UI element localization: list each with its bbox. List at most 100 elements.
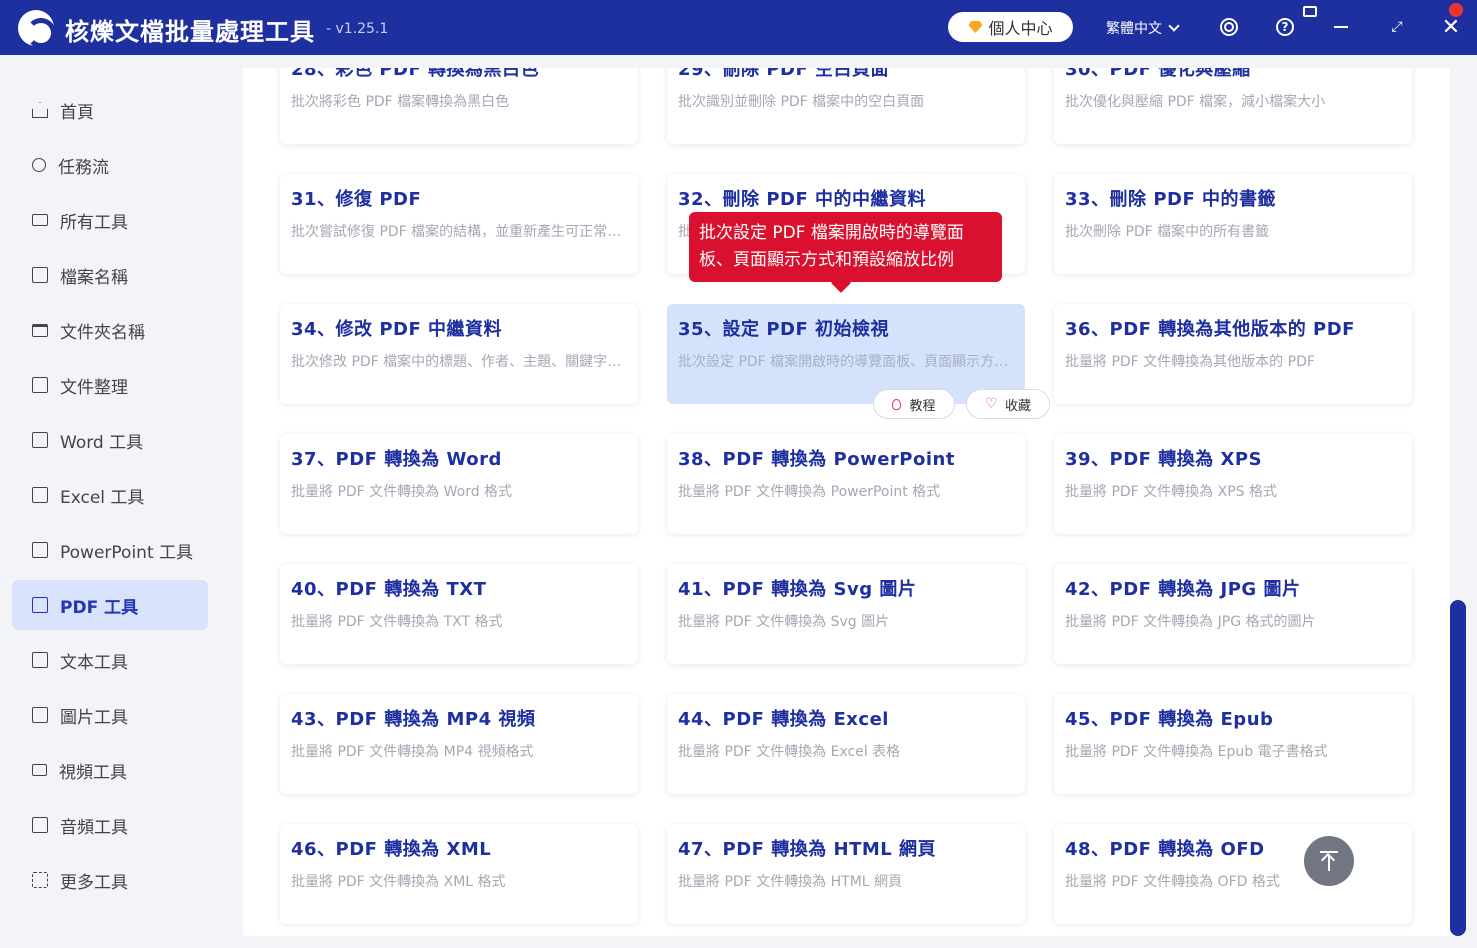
- sidebar-item-0[interactable]: 首頁: [12, 85, 208, 135]
- sidebar-item-4[interactable]: 文件夾名稱: [12, 305, 208, 355]
- help-icon[interactable]: ?: [1276, 18, 1294, 36]
- sidebar-item-2[interactable]: 所有工具: [12, 195, 208, 245]
- tool-card[interactable]: 35、設定 PDF 初始檢視批次設定 PDF 檔案開啟時的導覽面板、頁面顯示方式…: [667, 304, 1025, 404]
- notification-icon[interactable]: [1303, 6, 1317, 17]
- tool-card-title: 47、PDF 轉換為 HTML 網頁: [678, 839, 937, 860]
- tooltip: 批次設定 PDF 檔案開啟時的導覽面板、頁面顯示方式和預設縮放比例: [689, 212, 1002, 282]
- tool-card-desc: 批次刪除 PDF 檔案中的所有書籤: [1065, 224, 1270, 240]
- tool-card-title: 28、彩色 PDF 轉換為黑白色: [291, 68, 540, 80]
- language-select[interactable]: 繁體中文: [1106, 18, 1180, 38]
- home-icon: [32, 102, 48, 118]
- tool-card-title: 42、PDF 轉換為 JPG 圖片: [1065, 579, 1301, 600]
- tool-card-desc: 批次優化與壓縮 PDF 檔案，減小檔案大小: [1065, 94, 1326, 110]
- organize-icon: [32, 377, 48, 393]
- sidebar-item-6[interactable]: Word 工具: [12, 415, 208, 465]
- tool-card[interactable]: 29、刪除 PDF 空白頁面 批次識別並刪除 PDF 檔案中的空白頁面: [667, 68, 1025, 144]
- tool-card-title: 34、修改 PDF 中繼資料: [291, 319, 503, 340]
- tool-card[interactable]: 37、PDF 轉換為 Word 批量將 PDF 文件轉換為 Word 格式: [280, 434, 638, 534]
- tool-card[interactable]: 46、PDF 轉換為 XML 批量將 PDF 文件轉換為 XML 格式: [280, 824, 638, 924]
- tool-card-title: 33、刪除 PDF 中的書籤: [1065, 189, 1277, 210]
- lightbulb-icon: [892, 398, 902, 410]
- tool-card-title: 31、修復 PDF: [291, 189, 422, 210]
- word-icon: [32, 432, 48, 448]
- tool-card[interactable]: 42、PDF 轉換為 JPG 圖片批量將 PDF 文件轉換為 JPG 格式的圖片: [1054, 564, 1412, 664]
- tool-card[interactable]: 33、刪除 PDF 中的書籤批次刪除 PDF 檔案中的所有書籤: [1054, 174, 1412, 274]
- sidebar-item-7[interactable]: Excel 工具: [12, 470, 208, 520]
- tool-card-desc: 批次識別並刪除 PDF 檔案中的空白頁面: [678, 94, 925, 110]
- sidebar: 首頁任務流 所有工具檔案名稱文件夾名稱文件整理 Word 工具 Excel 工具 Pow…: [0, 55, 222, 948]
- scrollbar-thumb[interactable]: [1450, 600, 1466, 936]
- sidebar-item-10[interactable]: 文本工具: [12, 635, 208, 685]
- sidebar-item-label: 視頻工具: [59, 762, 127, 783]
- sidebar-item-13[interactable]: 音頻工具: [12, 800, 208, 850]
- sidebar-item-label: Word 工具: [60, 432, 144, 453]
- audio-icon: [32, 817, 48, 833]
- tool-card-desc: 批量將 PDF 文件轉換為 XPS 格式: [1065, 484, 1277, 500]
- notification-badge: [1449, 3, 1463, 17]
- expand-icon[interactable]: ⤢: [1386, 16, 1408, 38]
- tool-card-desc: 批量將 PDF 文件轉換為 Excel 表格: [678, 744, 901, 760]
- sidebar-item-label: 檔案名稱: [60, 267, 128, 288]
- tool-card[interactable]: 38、PDF 轉換為 PowerPoint 批量將 PDF 文件轉換為 Power…: [667, 434, 1025, 534]
- settings-gear-icon[interactable]: [1220, 18, 1238, 36]
- tool-card-desc: 批次設定 PDF 檔案開啟時的導覽面板、頁面顯示方式和預設縮放比例: [678, 354, 1015, 370]
- back-to-top-button[interactable]: [1304, 836, 1354, 886]
- sidebar-item-8[interactable]: PowerPoint 工具: [12, 525, 208, 575]
- tool-card-title: 41、PDF 轉換為 Svg 圖片: [678, 579, 917, 600]
- grid-icon: [32, 872, 48, 888]
- tool-card[interactable]: 48、PDF 轉換為 OFD 批量將 PDF 文件轉換為 OFD 格式: [1054, 824, 1412, 924]
- diamond-icon: [968, 21, 983, 33]
- tool-card-desc: 批量將 PDF 文件轉換為 MP4 視頻格式: [291, 744, 534, 760]
- tool-card-desc: 批量將 PDF 文件轉換為 HTML 網頁: [678, 874, 903, 890]
- sidebar-item-11[interactable]: 圖片工具: [12, 690, 208, 740]
- tool-card[interactable]: 39、PDF 轉換為 XPS 批量將 PDF 文件轉換為 XPS 格式: [1054, 434, 1412, 534]
- tool-card[interactable]: 47、PDF 轉換為 HTML 網頁批量將 PDF 文件轉換為 HTML 網頁: [667, 824, 1025, 924]
- minimize-icon[interactable]: [1330, 16, 1352, 38]
- tool-card[interactable]: 43、PDF 轉換為 MP4 視頻 批量將 PDF 文件轉換為 MP4 視頻格式: [280, 694, 638, 794]
- sidebar-item-label: 首頁: [60, 102, 94, 123]
- sidebar-item-1[interactable]: 任務流: [12, 140, 208, 190]
- text-icon: [32, 652, 48, 668]
- video-icon: [32, 764, 47, 776]
- sidebar-item-label: Excel 工具: [60, 487, 145, 508]
- favorite-button[interactable]: ♡ 收藏: [966, 389, 1050, 419]
- tool-card-desc: 批量將 PDF 文件轉換為 TXT 格式: [291, 614, 503, 630]
- sidebar-item-3[interactable]: 檔案名稱: [12, 250, 208, 300]
- tool-card[interactable]: 44、PDF 轉換為 Excel 批量將 PDF 文件轉換為 Excel 表格: [667, 694, 1025, 794]
- tool-card-title: 32、刪除 PDF 中的中繼資料: [678, 189, 927, 210]
- image-icon: [32, 707, 48, 723]
- arrow-up-icon: [1328, 855, 1330, 871]
- tool-card-title: 35、設定 PDF 初始檢視: [678, 319, 890, 340]
- app-logo: [18, 10, 56, 48]
- top-bar-icon: [1320, 851, 1338, 853]
- close-icon[interactable]: ✕: [1440, 15, 1462, 40]
- tool-card[interactable]: 31、修復 PDF 批次嘗試修復 PDF 檔案的結構，並重新產生可正常開啟的 PD…: [280, 174, 638, 274]
- sidebar-item-label: 文件夾名稱: [60, 322, 145, 343]
- tool-card[interactable]: 34、修改 PDF 中繼資料批次修改 PDF 檔案中的標題、作者、主題、關鍵字等…: [280, 304, 638, 404]
- tool-card[interactable]: 40、PDF 轉換為 TXT 批量將 PDF 文件轉換為 TXT 格式: [280, 564, 638, 664]
- tool-card-desc: 批量將 PDF 文件轉換為 JPG 格式的圖片: [1065, 614, 1316, 630]
- file-icon: [32, 267, 48, 283]
- excel-icon: [32, 487, 48, 503]
- sidebar-item-9[interactable]: PDF 工具: [12, 580, 208, 630]
- tool-card[interactable]: 36、PDF 轉換為其他版本的 PDF 批量將 PDF 文件轉換為其他版本的 PD…: [1054, 304, 1412, 404]
- tool-card-desc: 批量將 PDF 文件轉換為 Svg 圖片: [678, 614, 890, 630]
- user-center-label: 個人中心: [988, 19, 1053, 38]
- tool-card[interactable]: 41、PDF 轉換為 Svg 圖片批量將 PDF 文件轉換為 Svg 圖片: [667, 564, 1025, 664]
- tutorial-label: 教程: [909, 398, 936, 414]
- user-center-button[interactable]: 個人中心: [948, 12, 1073, 42]
- tool-card-title: 36、PDF 轉換為其他版本的 PDF: [1065, 319, 1355, 340]
- sidebar-item-12[interactable]: 視頻工具: [12, 745, 208, 795]
- tutorial-button[interactable]: 教程: [873, 389, 955, 419]
- tool-card[interactable]: 45、PDF 轉換為 Epub 批量將 PDF 文件轉換為 Epub 電子書格式: [1054, 694, 1412, 794]
- sidebar-item-5[interactable]: 文件整理: [12, 360, 208, 410]
- tool-card[interactable]: 28、彩色 PDF 轉換為黑白色 批次將彩色 PDF 檔案轉換為黑白色: [280, 68, 638, 144]
- sidebar-item-14[interactable]: 更多工具: [12, 855, 208, 905]
- tool-card-desc: 批量將 PDF 文件轉換為 Word 格式: [291, 484, 513, 500]
- heart-icon: ♡: [984, 395, 998, 412]
- tool-card-title: 39、PDF 轉換為 XPS: [1065, 449, 1263, 470]
- sidebar-item-label: 音頻工具: [60, 817, 128, 838]
- tool-card-desc: 批次修改 PDF 檔案中的標題、作者、主題、關鍵字等中繼資料: [291, 354, 628, 370]
- app-version: - v1.25.1: [326, 21, 389, 37]
- tool-card[interactable]: 30、PDF 優化與壓縮 批次優化與壓縮 PDF 檔案，減小檔案大小: [1054, 68, 1412, 144]
